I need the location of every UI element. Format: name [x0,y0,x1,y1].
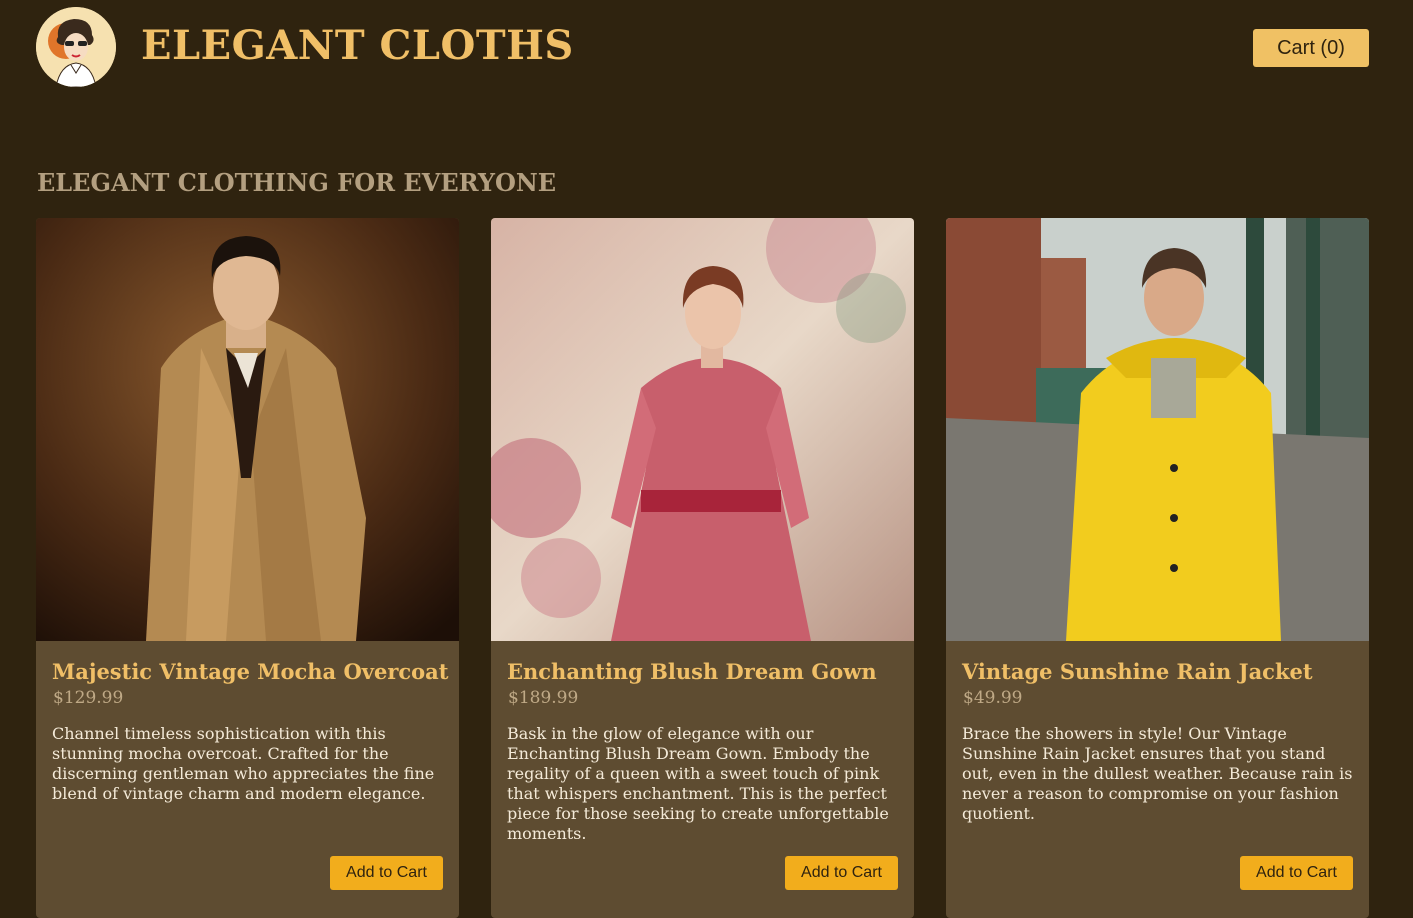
add-to-cart-button[interactable]: Add to Cart [785,856,898,890]
product-description: Channel timeless sophistication with thi… [52,724,435,803]
section-title: ELEGANT CLOTHING FOR EVERYONE [37,168,557,197]
product-image-rain-jacket[interactable] [946,218,1369,641]
add-to-cart-button[interactable]: Add to Cart [330,856,443,890]
product-card: Vintage Sunshine Rain Jacket $49.99 Brac… [946,218,1369,918]
cart-button[interactable]: Cart (0) [1253,29,1369,67]
product-name: Enchanting Blush Dream Gown [507,659,877,684]
product-price: $49.99 [963,688,1023,708]
product-price: $189.99 [508,688,579,708]
product-name: Majestic Vintage Mocha Overcoat [52,659,449,684]
product-card: Enchanting Blush Dream Gown $189.99 Bask… [491,218,914,918]
product-price: $129.99 [53,688,124,708]
product-name: Vintage Sunshine Rain Jacket [962,659,1313,684]
product-description: Brace the showers in style! Our Vintage … [962,724,1353,823]
vintage-lady-logo-icon[interactable] [36,7,116,87]
product-card: Majestic Vintage Mocha Overcoat $129.99 … [36,218,459,918]
brand-title: ELEGANT CLOTHS [141,22,574,69]
site-header: ELEGANT CLOTHS Cart (0) [0,0,1413,100]
product-description: Bask in the glow of elegance with our En… [507,724,889,843]
add-to-cart-button[interactable]: Add to Cart [1240,856,1353,890]
product-image-overcoat[interactable] [36,218,459,641]
product-image-gown[interactable] [491,218,914,641]
